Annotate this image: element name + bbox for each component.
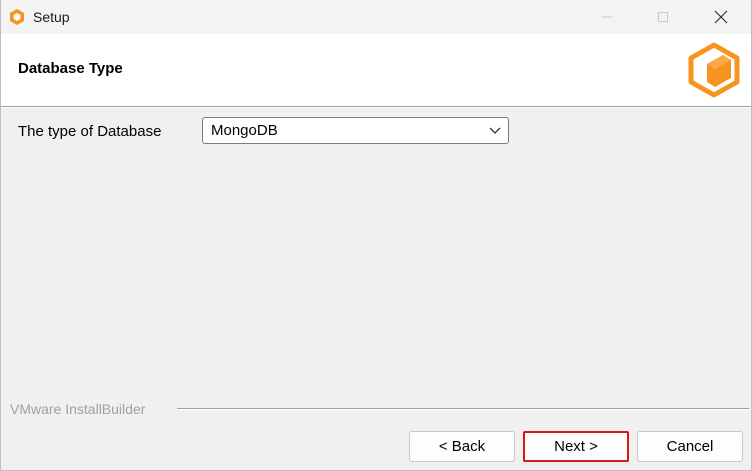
maximize-button[interactable] [635,0,691,34]
next-button[interactable]: Next > [523,431,629,462]
close-button[interactable] [693,0,749,34]
db-type-value: MongoDB [211,122,278,139]
window-title: Setup [33,9,70,25]
db-type-label: The type of Database [18,123,162,140]
maximize-icon [658,12,668,22]
db-type-select[interactable]: MongoDB [202,117,509,144]
chevron-down-icon [489,127,501,134]
app-icon [10,9,24,25]
setup-window: Setup Database Type The type of Database… [0,0,752,471]
close-icon [714,10,728,24]
footer-divider [177,408,749,410]
back-button[interactable]: < Back [409,431,515,462]
installbuilder-logo-icon [688,42,740,98]
minimize-button[interactable] [579,0,635,34]
title-bar[interactable]: Setup [1,0,751,34]
page-title: Database Type [18,60,123,77]
page-header: Database Type [1,34,751,107]
cancel-button[interactable]: Cancel [637,431,743,462]
brand-label: VMware InstallBuilder [10,401,146,417]
minimize-icon [602,16,612,18]
